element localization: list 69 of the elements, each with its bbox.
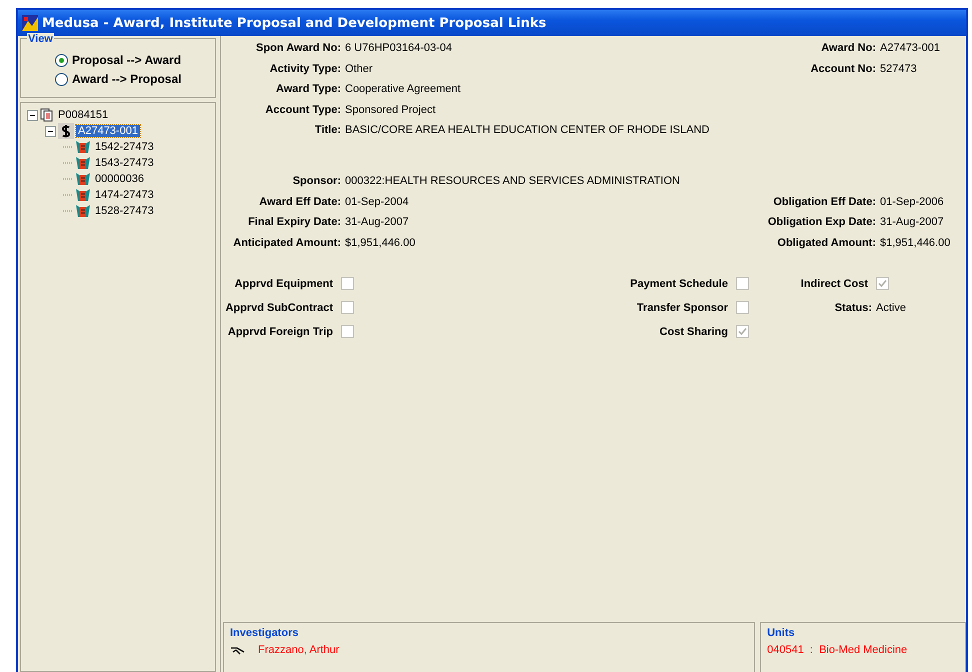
field-label: Award No:	[821, 42, 876, 54]
tree-item[interactable]: P0084151	[56, 109, 110, 121]
field-value: Cooperative Agreement	[345, 83, 461, 95]
field-value: 01-Sep-2004	[345, 196, 409, 208]
panel-title: Units	[767, 627, 796, 639]
checkbox[interactable]	[736, 277, 749, 290]
collapse-toggle[interactable]	[27, 110, 38, 120]
field-label: Activity Type:	[270, 62, 341, 74]
tree-item[interactable]: 1542-27473	[93, 141, 156, 153]
field-label: Status:	[834, 302, 873, 314]
people-icon	[75, 172, 91, 186]
tree-item[interactable]: 00000036	[93, 173, 146, 185]
field-value: 31-Aug-2007	[880, 216, 944, 228]
checkbox-label: Apprvd Foreign Trip	[226, 326, 334, 338]
field-label: Spon Award No:	[256, 42, 341, 54]
checkbox-label: Apprvd SubContract	[224, 302, 334, 314]
checkbox-label: Indirect Cost	[800, 278, 869, 290]
field-label: Title:	[314, 124, 341, 136]
field-value: Sponsored Project	[345, 104, 436, 116]
field-label: Obligated Amount:	[777, 236, 876, 248]
field-label: Account Type:	[265, 104, 341, 116]
radio-option[interactable]: Award --> Proposal	[55, 72, 215, 86]
radio-icon[interactable]	[55, 72, 68, 86]
checkbox[interactable]	[736, 325, 749, 338]
tree-item[interactable]: A27473-001	[76, 125, 140, 137]
field-label: Anticipated Amount:	[233, 236, 341, 248]
checkbox[interactable]	[341, 325, 354, 338]
panel-title: Investigators	[230, 627, 300, 639]
tree-item[interactable]: 1543-27473	[93, 157, 156, 169]
checkbox[interactable]	[736, 301, 749, 314]
tree-item[interactable]: 1528-27473	[93, 205, 156, 217]
dollar-icon	[58, 123, 74, 139]
checkbox-label: Cost Sharing	[658, 326, 729, 338]
field-label: Obligation Eff Date:	[773, 196, 876, 208]
checkbox-label: Apprvd Equipment	[234, 278, 334, 290]
field-label: Account No:	[810, 62, 876, 74]
people-icon	[75, 188, 91, 202]
field-value: $1,951,446.00	[345, 236, 416, 248]
window-title: Medusa - Award, Institute Proposal and Development Proposal Links	[42, 16, 546, 30]
field-value: Other	[345, 62, 373, 74]
tree-item[interactable]: 1474-27473	[93, 189, 156, 201]
checkbox-label: Payment Schedule	[629, 278, 729, 290]
field-label: Award Type:	[276, 83, 341, 95]
checkbox-label: Transfer Sponsor	[636, 302, 729, 314]
checkbox[interactable]	[341, 277, 354, 290]
collapse-toggle[interactable]	[45, 126, 56, 136]
checkbox[interactable]	[341, 301, 354, 314]
people-icon	[75, 156, 91, 170]
field-value: BASIC/CORE AREA HEALTH EDUCATION CENTER OF RHODE ISLAND	[345, 124, 710, 136]
field-label: Sponsor:	[292, 175, 341, 187]
field-value: 527473	[880, 62, 917, 74]
radio-icon[interactable]	[55, 54, 68, 66]
field-label: Obligation Exp Date:	[768, 216, 876, 228]
field-label: Award Eff Date:	[259, 196, 341, 208]
checkbox[interactable]	[876, 277, 889, 290]
radio-option[interactable]: Proposal --> Award	[55, 53, 215, 67]
people-icon	[75, 140, 91, 154]
field-value: 31-Aug-2007	[345, 216, 409, 228]
app-icon	[22, 15, 38, 31]
group-legend: View	[27, 33, 54, 45]
field-value: Active	[876, 302, 907, 314]
field-label: Final Expiry Date:	[248, 216, 341, 228]
field-value: 000322:HEALTH RESOURCES AND SERVICES ADMINISTRATION	[345, 175, 680, 187]
document-icon	[40, 108, 54, 122]
people-icon	[75, 204, 91, 218]
field-value: A27473-001	[880, 42, 940, 54]
field-value: $1,951,446.00	[880, 236, 950, 248]
field-value: 6 U76HP03164-03-04	[345, 42, 452, 54]
field-value: 01-Sep-2006	[880, 196, 944, 208]
